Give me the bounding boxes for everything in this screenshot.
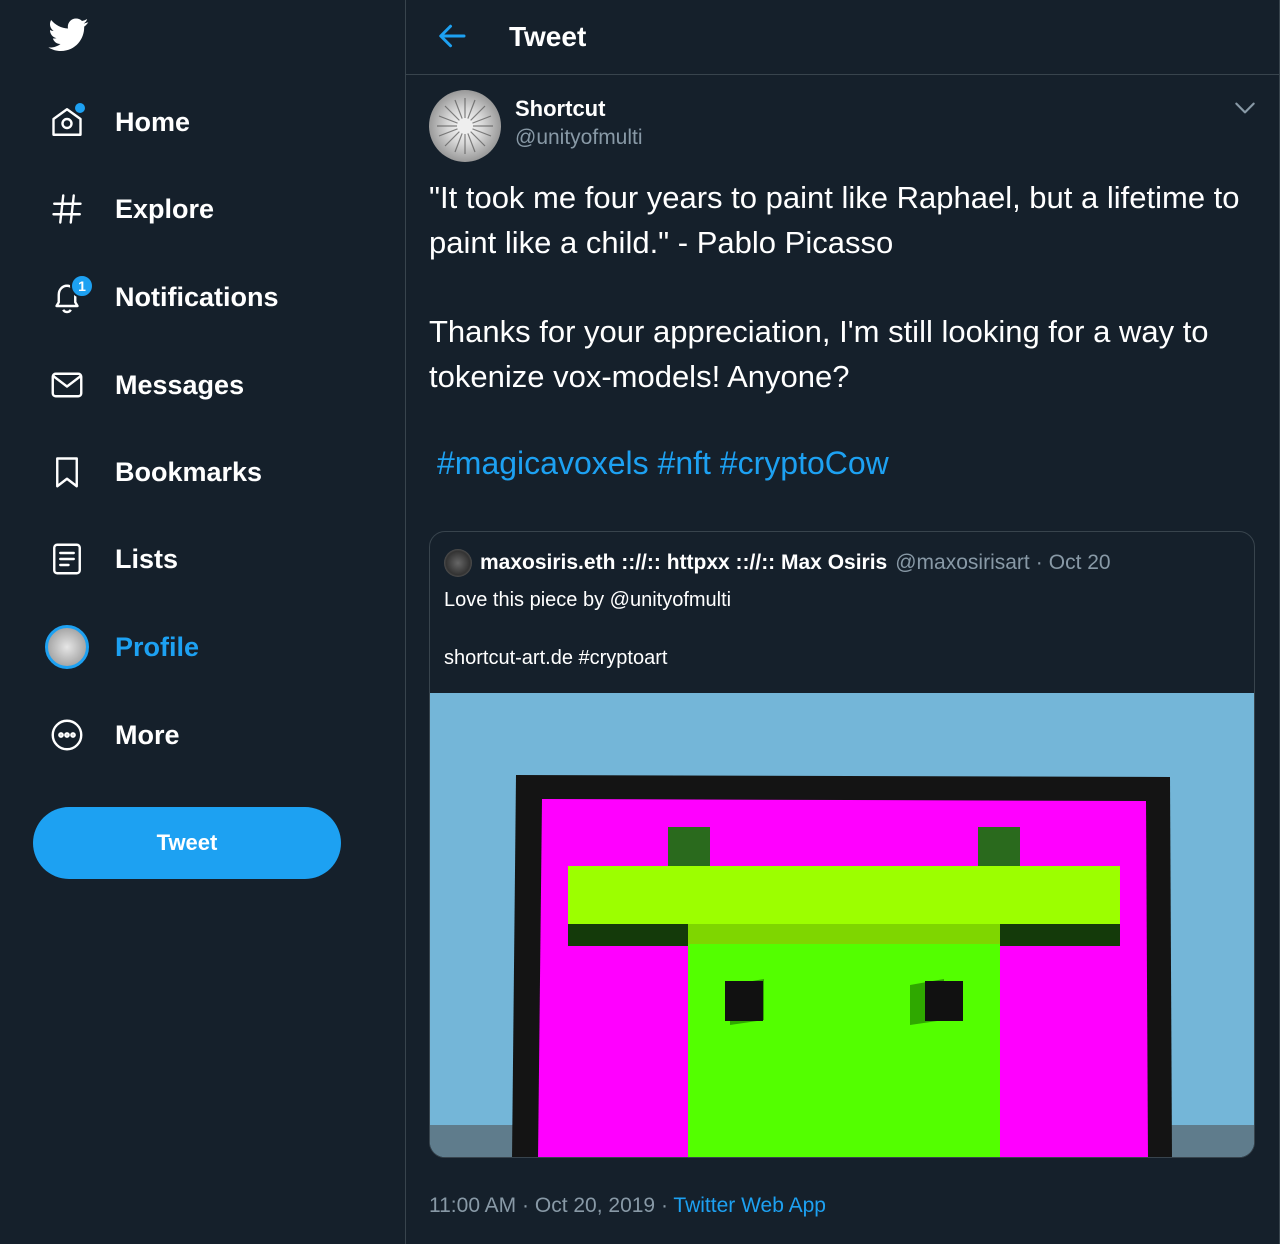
voxel-cow-image[interactable] — [430, 693, 1255, 1158]
tweet-meta: 11:00 AM · Oct 20, 2019 · Twitter Web Ap… — [429, 1194, 826, 1218]
tweet-time[interactable]: 11:00 AM — [429, 1194, 516, 1217]
nav-notifications[interactable]: 1 Notifications — [40, 267, 299, 327]
arrow-left-icon[interactable] — [434, 18, 470, 54]
quoted-tweet-date: Oct 20 — [1048, 551, 1111, 574]
tweet-button[interactable]: Tweet — [33, 807, 341, 879]
nav-label-more: More — [115, 719, 180, 750]
quoted-tweet[interactable]: maxosiris.eth ::/​/:: httpxx ::/​/:: Max… — [429, 531, 1255, 1158]
nav-label-home: Home — [115, 106, 191, 137]
app: Home Explore 1 Notifications Messages Bo… — [0, 0, 1280, 1244]
notification-badge: 1 — [70, 274, 94, 298]
nav-more[interactable]: More — [40, 705, 200, 765]
nav-label-lists: Lists — [115, 543, 179, 574]
twitter-bird-icon[interactable] — [46, 14, 92, 54]
nav-home[interactable]: Home — [40, 92, 210, 152]
nav-profile[interactable]: Profile — [40, 617, 219, 677]
nav-bookmarks[interactable]: Bookmarks — [40, 442, 282, 502]
author-handle[interactable]: @unityofmulti — [515, 126, 643, 150]
tweet-date[interactable]: Oct 20, 2019 — [535, 1194, 655, 1217]
home-icon — [40, 95, 94, 149]
sidebar: Home Explore 1 Notifications Messages Bo… — [0, 0, 405, 1244]
tweet-text-message: Thanks for your appreciation, I'm still … — [429, 314, 1209, 394]
new-activity-dot — [75, 103, 85, 113]
hashtag-link[interactable]: #nft — [658, 445, 711, 481]
quoted-author-avatar — [444, 549, 472, 577]
hashtag-link[interactable]: #magicavoxels — [437, 445, 649, 481]
header: Tweet — [406, 0, 1279, 75]
hashtag-icon — [40, 182, 94, 236]
quoted-tweet-header: maxosiris.eth ::/​/:: httpxx ::/​/:: Max… — [444, 548, 1111, 578]
nav-label-explore: Explore — [115, 193, 215, 224]
envelope-icon — [40, 358, 94, 412]
nav-label-messages: Messages — [115, 369, 245, 400]
chevron-down-icon[interactable] — [1232, 98, 1258, 118]
nav-messages[interactable]: Messages — [40, 355, 264, 415]
bell-icon: 1 — [40, 270, 94, 324]
quoted-author-handle: @maxosirisart — [895, 551, 1030, 574]
tweet-text-quote: "It took me four years to paint like Rap… — [429, 180, 1240, 260]
more-circle-icon — [40, 708, 94, 762]
quoted-author-name: maxosiris.eth ::/​/:: httpxx ::/​/:: Max… — [480, 551, 888, 574]
separator-dot: · — [522, 1194, 530, 1217]
tweet-source-link[interactable]: Twitter Web App — [673, 1194, 826, 1217]
page-title: Tweet — [509, 21, 587, 52]
list-icon — [40, 532, 94, 586]
separator-dot: · — [1035, 551, 1043, 574]
profile-avatar-icon — [40, 620, 94, 674]
author-name[interactable]: Shortcut — [515, 96, 605, 122]
nav-label-bookmarks: Bookmarks — [115, 456, 263, 487]
quoted-tweet-link-text: shortcut-art.de #cryptoart — [444, 647, 668, 669]
nav-label-notifications: Notifications — [115, 281, 279, 312]
separator-dot: · — [660, 1194, 668, 1217]
author-avatar[interactable] — [429, 90, 501, 162]
tweet-hashtags: #magicavoxels #nft #cryptoCow — [437, 445, 889, 482]
nav-lists[interactable]: Lists — [40, 529, 198, 589]
avatar — [45, 625, 89, 669]
main-column: Tweet Shortcut @unityofmulti "It took me… — [405, 0, 1280, 1244]
nav-label-profile: Profile — [115, 631, 200, 662]
bookmark-icon — [40, 445, 94, 499]
quoted-tweet-text: Love this piece by @unityofmulti — [444, 589, 732, 611]
nav-explore[interactable]: Explore — [40, 179, 234, 239]
tweet-text: "It took me four years to paint like Rap… — [429, 175, 1259, 399]
hashtag-link[interactable]: #cryptoCow — [720, 445, 889, 481]
